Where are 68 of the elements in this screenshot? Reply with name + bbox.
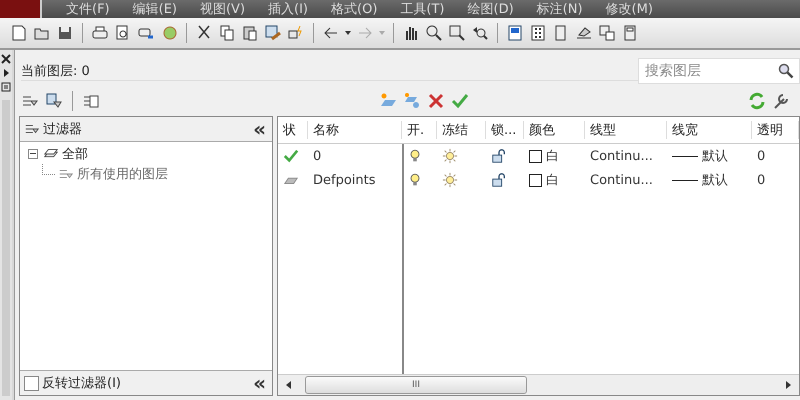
table-cell-text: 0 [756,172,766,188]
column-header[interactable]: 透明 [752,121,799,139]
menu-item[interactable]: 格式(O) [331,0,378,18]
group-filter-icon[interactable] [45,92,63,110]
invert-filter-label: 反转过滤器(I) [42,375,121,392]
scrollbar-thumb[interactable]: III [305,376,527,394]
refresh-icon[interactable] [748,92,766,110]
grid-panel-icon[interactable] [529,24,547,42]
sun-icon[interactable] [442,148,458,164]
copy-icon[interactable] [218,24,236,42]
clipboard-icon[interactable] [241,24,259,42]
column-header[interactable]: 线宽 [667,121,752,139]
table-cell-text: 0 [756,148,766,164]
column-header[interactable]: 冻结 [437,121,486,139]
menu-item[interactable]: 文件(F) [66,0,110,18]
table-cell-text: 默认 [702,148,728,165]
column-header[interactable]: 锁... [486,121,524,139]
zoom-previous-icon[interactable] [471,24,489,42]
dropdown-caret-icon [379,31,385,35]
app-logo[interactable] [0,0,42,18]
table-cell-text: 白 [546,148,559,165]
search-icon[interactable] [778,63,794,79]
collapse-button[interactable]: « [251,120,268,138]
wrench-icon[interactable] [772,92,790,110]
properties-icon[interactable] [506,24,524,42]
padlock-icon[interactable] [491,148,507,164]
search-field[interactable]: 搜索图层 [638,58,800,84]
zoom-window-icon[interactable] [448,24,466,42]
table-cell-text: 默认 [702,172,728,189]
tree-item[interactable]: 全部 [62,145,88,163]
dropdown-caret-icon[interactable] [345,31,351,35]
save-icon[interactable] [56,24,74,42]
column-header[interactable]: 开. [402,121,437,139]
padlock-icon[interactable] [491,172,507,188]
checkmark-icon[interactable] [451,92,469,110]
menu-item[interactable]: 绘图(D) [468,0,514,18]
collapse-button[interactable]: « [251,374,268,392]
table-cell[interactable]: Continu... [585,148,667,164]
sun-icon[interactable] [442,172,458,188]
column-header[interactable]: 状 [278,121,308,139]
filter-title: 过滤器 [43,121,82,138]
table-cell[interactable]: Continu... [585,172,667,188]
column-header[interactable]: 颜色 [524,121,585,139]
menu-item[interactable]: 编辑(E) [132,0,177,18]
close-icon[interactable] [1,54,11,64]
menu-item[interactable]: 修改(M) [606,0,653,18]
color-swatch[interactable] [529,174,542,186]
menu-item[interactable]: 工具(T) [400,0,444,18]
table-cell-text: 白 [546,172,559,189]
checkbox[interactable] [24,376,39,390]
delete-icon[interactable] [427,92,445,110]
properties-panel-icon[interactable] [1,82,11,92]
column-header[interactable]: 名称 [308,121,402,139]
brush-icon[interactable] [264,24,282,42]
column-header[interactable]: 线型 [585,121,667,139]
menu-item[interactable]: 插入(I) [268,0,308,18]
collapse-toggle[interactable] [28,149,38,159]
tree-item[interactable]: 所有使用的图层 [77,165,168,183]
scroll-right-arrow-icon[interactable] [786,381,791,389]
scroll-left-arrow-icon[interactable] [286,381,291,389]
new-file-icon[interactable] [10,24,28,42]
sheet-set-icon[interactable] [598,24,616,42]
table-cell-text: Defpoints [312,172,377,188]
table-cell-text: 0 [312,148,322,164]
menu-item[interactable]: 标注(N) [536,0,583,18]
current-layer-label: 当前图层: 0 [21,62,638,80]
color-swatch[interactable] [529,150,542,162]
menu-item[interactable]: 视图(V) [200,0,246,18]
